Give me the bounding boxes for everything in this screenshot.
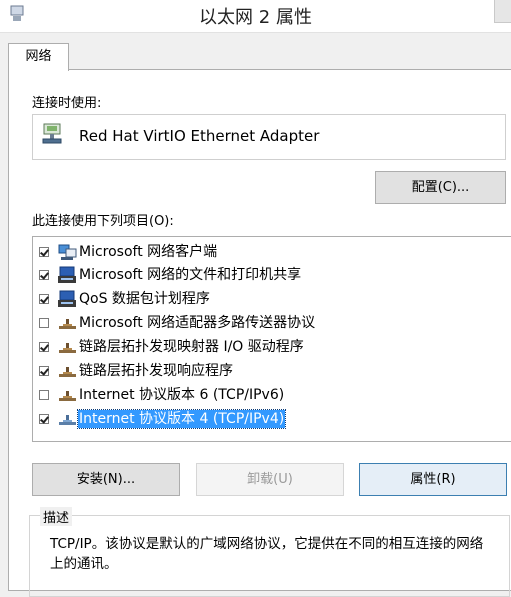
item-checkbox[interactable]: [39, 318, 49, 328]
item-checkbox[interactable]: [39, 390, 49, 400]
description-text: TCP/IP。该协议是默认的广域网络协议，它提供在不同的相互连接的网络上的通讯。: [50, 536, 484, 572]
protocol-icon: [59, 343, 76, 353]
item-label: Internet 协议版本 6 (TCP/IPv6): [79, 387, 285, 403]
item-label: QoS 数据包计划程序: [79, 291, 210, 307]
tab-network[interactable]: 网络: [8, 43, 69, 71]
items-label: 此连接使用下列项目(O):: [32, 214, 174, 229]
window-title: 以太网 2 属性: [199, 7, 312, 28]
protocol-icon: [59, 415, 76, 425]
file-printer-share-icon: [58, 266, 76, 283]
list-item[interactable]: Microsoft 网络适配器多路传送器协议: [33, 312, 503, 335]
title-bar: 以太网 2 属性: [0, 0, 511, 33]
list-item[interactable]: 链路层拓扑发现映射器 I/O 驱动程序: [33, 336, 503, 359]
install-button[interactable]: 安装(N)...: [32, 463, 180, 496]
item-checkbox[interactable]: [39, 247, 49, 257]
connect-using-label: 连接时使用:: [32, 96, 102, 111]
description-legend: 描述: [40, 507, 73, 526]
item-checkbox[interactable]: [39, 270, 49, 280]
network-client-icon: [58, 244, 77, 260]
qos-packet-scheduler-icon: [58, 290, 76, 307]
item-checkbox[interactable]: [39, 342, 49, 352]
list-item[interactable]: QoS 数据包计划程序: [33, 288, 503, 311]
item-label: Internet 协议版本 4 (TCP/IPv4): [76, 409, 287, 429]
list-item[interactable]: Microsoft 网络客户端: [33, 241, 503, 264]
list-item[interactable]: Microsoft 网络的文件和打印机共享: [33, 264, 503, 287]
item-label: 链路层拓扑发现映射器 I/O 驱动程序: [79, 339, 304, 355]
protocol-icon: [59, 319, 76, 329]
item-checkbox[interactable]: [39, 414, 49, 424]
item-checkbox[interactable]: [39, 294, 49, 304]
close-button[interactable]: [494, 0, 511, 23]
item-checkbox[interactable]: [39, 366, 49, 376]
item-label: 链路层拓扑发现响应程序: [79, 363, 233, 379]
adapter-name: Red Hat VirtIO Ethernet Adapter: [79, 127, 320, 145]
item-label: Microsoft 网络的文件和打印机共享: [79, 267, 302, 283]
properties-button[interactable]: 属性(R): [359, 463, 507, 496]
adapter-box: Red Hat VirtIO Ethernet Adapter: [32, 114, 506, 160]
list-item-selected[interactable]: Internet 协议版本 4 (TCP/IPv4): [33, 408, 503, 431]
network-adapter-icon: [42, 123, 62, 144]
item-label: Microsoft 网络客户端: [79, 244, 218, 260]
list-item[interactable]: Internet 协议版本 6 (TCP/IPv6): [33, 384, 503, 407]
configure-button[interactable]: 配置(C)...: [375, 171, 506, 204]
list-item[interactable]: 链路层拓扑发现响应程序: [33, 360, 503, 383]
protocol-icon: [59, 367, 76, 377]
uninstall-button[interactable]: 卸载(U): [196, 463, 344, 496]
protocol-icon: [59, 391, 76, 401]
item-label: Microsoft 网络适配器多路传送器协议: [79, 315, 316, 331]
items-list[interactable]: Microsoft 网络客户端 Microsoft 网络的文件和打印机共享 Qo…: [32, 236, 511, 442]
